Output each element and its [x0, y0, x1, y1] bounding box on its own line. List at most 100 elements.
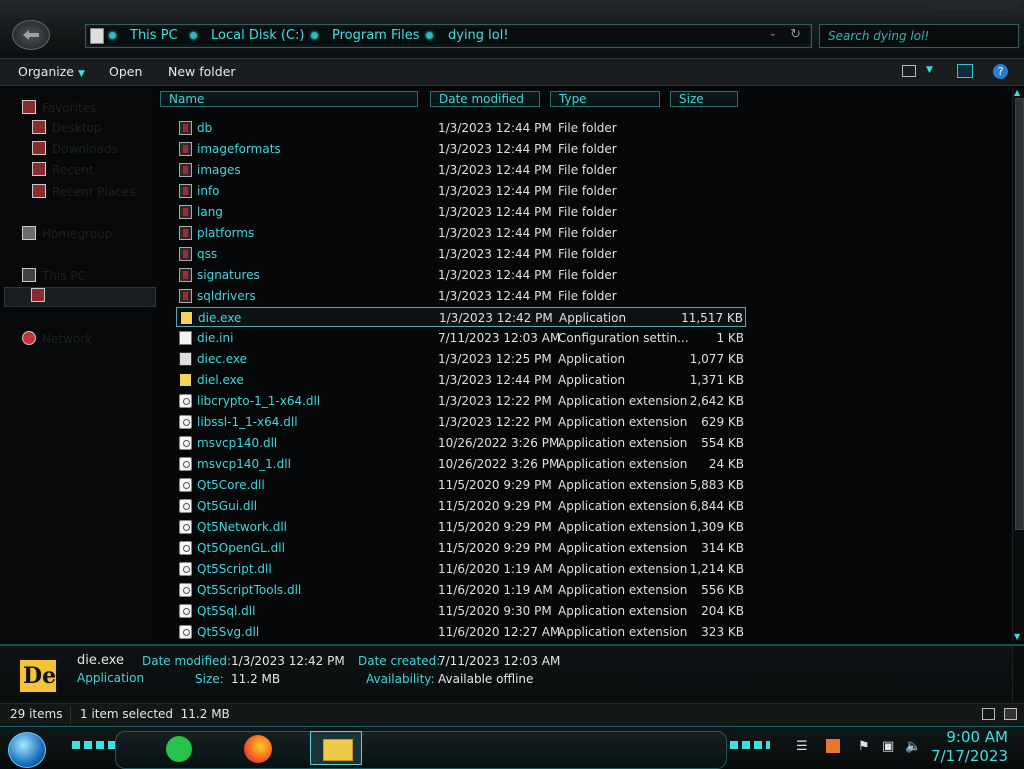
details-view-icon[interactable] — [982, 708, 995, 720]
file-row[interactable]: images 1/3/2023 12:44 PM File folder — [176, 160, 746, 180]
taskbar-app-firefox[interactable] — [232, 731, 284, 765]
folder-icon — [179, 226, 192, 240]
file-date: 1/3/2023 12:44 PM — [438, 247, 552, 261]
file-row[interactable]: Qt5Script.dll 11/6/2020 1:19 AM Applicatio… — [176, 559, 746, 579]
file-row[interactable]: diec.exe 1/3/2023 12:25 PM Application 1,07… — [176, 349, 746, 369]
dll-file-icon — [179, 478, 192, 492]
volume-icon[interactable]: 🔈 — [905, 739, 921, 754]
column-label: Type — [559, 92, 587, 106]
file-row[interactable]: die.exe 1/3/2023 12:42 PM Application 11,51… — [176, 307, 746, 327]
file-row[interactable]: msvcp140_1.dll 10/26/2022 3:26 PM Applicat… — [176, 454, 746, 474]
file-row[interactable]: platforms 1/3/2023 12:44 PM File folder — [176, 223, 746, 243]
file-size: 1,077 KB — [689, 352, 744, 366]
file-row[interactable]: libssl-1_1-x64.dll 1/3/2023 12:22 PM Appli… — [176, 412, 746, 432]
preview-pane-icon[interactable] — [957, 64, 973, 78]
file-row[interactable]: Qt5Sql.dll 11/5/2020 9:30 PM Application e… — [176, 601, 746, 621]
show-desktop-icon[interactable]: ☰ — [796, 739, 808, 754]
vertical-scrollbar[interactable]: ▲ ▼ — [1012, 88, 1024, 641]
network-icon[interactable]: ▣ — [882, 739, 894, 754]
folder-icon — [179, 247, 192, 261]
scroll-down-icon[interactable]: ▼ — [1014, 632, 1020, 641]
file-row[interactable]: Qt5ScriptTools.dll 11/6/2020 1:19 AM Appli… — [176, 580, 746, 600]
file-row[interactable]: signatures 1/3/2023 12:44 PM File folder — [176, 265, 746, 285]
file-row[interactable]: libcrypto-1_1-x64.dll 1/3/2023 12:22 PM Ap… — [176, 391, 746, 411]
nav-label: Desktop — [52, 121, 102, 135]
nav-item-recent-places[interactable]: Recent Places — [32, 184, 135, 200]
file-name: die.ini — [197, 331, 234, 345]
open-button[interactable]: Open — [109, 64, 142, 79]
file-row[interactable]: Qt5Network.dll 11/5/2020 9:29 PM Applicati… — [176, 517, 746, 537]
nav-item-homegroup[interactable]: Homegroup — [22, 226, 112, 242]
address-bar[interactable]: This PC Local Disk (C:) Program Files dy… — [85, 24, 812, 48]
file-row[interactable]: die.ini 7/11/2023 12:03 AM Configuration s… — [176, 328, 746, 348]
chevron-down-icon[interactable]: ▼ — [926, 65, 933, 75]
file-date: 10/26/2022 3:26 PM — [438, 436, 560, 450]
search-input[interactable] — [826, 26, 1010, 46]
file-type: Application extension — [558, 541, 688, 555]
file-row[interactable]: sqldrivers 1/3/2023 12:44 PM File folder — [176, 286, 746, 306]
file-size: 1,371 KB — [689, 373, 744, 387]
nav-item-this-pc[interactable]: This PC — [22, 268, 86, 284]
file-row[interactable]: db 1/3/2023 12:44 PM File folder — [176, 118, 746, 138]
file-row[interactable]: lang 1/3/2023 12:44 PM File folder — [176, 202, 746, 222]
file-row[interactable]: Qt5Svg.dll 11/6/2020 12:27 AM Application … — [176, 622, 746, 642]
view-options-icon[interactable] — [902, 65, 916, 77]
refresh-icon[interactable]: ↻ — [790, 27, 801, 42]
file-type: Application extension — [558, 415, 688, 429]
column-header-size[interactable]: Size — [670, 91, 738, 107]
breadcrumb-program-files[interactable]: Program Files — [332, 28, 420, 43]
details-date-modified: 1/3/2023 12:42 PM — [231, 654, 345, 668]
decor-dots — [730, 741, 770, 749]
nav-item-local-disk[interactable]: Local Disk (C:) — [4, 287, 156, 307]
folder-icon — [179, 163, 192, 177]
column-header-date[interactable]: Date modified — [430, 91, 540, 107]
dll-file-icon — [179, 436, 192, 450]
taskbar-app-notes[interactable] — [152, 731, 204, 765]
settings-file-icon — [179, 331, 192, 345]
start-button[interactable] — [8, 732, 46, 768]
file-type: Application extension — [558, 436, 688, 450]
breadcrumb-this-pc[interactable]: This PC — [130, 28, 178, 43]
chevron-down-icon[interactable]: ⌄ — [769, 28, 777, 39]
file-type: Configuration settin... — [558, 331, 689, 345]
new-folder-button[interactable]: New folder — [168, 64, 236, 79]
tray-app-icon[interactable] — [826, 739, 840, 753]
clock-date[interactable]: 7/17/2023 — [931, 747, 1008, 765]
file-row[interactable]: Qt5Core.dll 11/5/2020 9:29 PM Application … — [176, 475, 746, 495]
nav-item-recent[interactable]: Recent — [32, 162, 93, 178]
file-row[interactable]: Qt5Gui.dll 11/5/2020 9:29 PM Application e… — [176, 496, 746, 516]
help-icon[interactable]: ? — [993, 64, 1008, 79]
file-name: images — [197, 163, 241, 177]
nav-item-desktop[interactable]: Desktop — [32, 120, 102, 136]
window-controls[interactable] — [928, 0, 1018, 10]
nav-item-network[interactable]: Network — [22, 331, 92, 347]
file-type: File folder — [558, 226, 617, 240]
file-type: Application — [559, 311, 627, 325]
scroll-up-icon[interactable]: ▲ — [1014, 88, 1020, 97]
file-row[interactable]: imageformats 1/3/2023 12:44 PM File folder — [176, 139, 746, 159]
scrollbar-thumb[interactable] — [1015, 98, 1024, 530]
file-date: 1/3/2023 12:44 PM — [438, 226, 552, 240]
file-row[interactable]: Qt5OpenGL.dll 11/5/2020 9:29 PM Applicatio… — [176, 538, 746, 558]
file-name: libcrypto-1_1-x64.dll — [197, 394, 321, 408]
taskbar-app-explorer[interactable] — [310, 731, 362, 765]
nav-item-favorites[interactable]: Favorites — [22, 100, 96, 116]
flag-icon[interactable]: ⚑ — [858, 739, 870, 754]
app-icon-text: De — [23, 663, 57, 689]
file-name: signatures — [197, 268, 260, 282]
organize-button[interactable]: Organize ▼ — [18, 64, 85, 79]
file-row[interactable]: msvcp140.dll 10/26/2022 3:26 PM Applicatio… — [176, 433, 746, 453]
clock-time[interactable]: 9:00 AM — [946, 728, 1008, 746]
column-header-type[interactable]: Type — [550, 91, 660, 107]
large-icons-view-icon[interactable] — [1004, 708, 1017, 720]
file-row[interactable]: diel.exe 1/3/2023 12:44 PM Application 1,37… — [176, 370, 746, 390]
breadcrumb-current-folder[interactable]: dying lol! — [448, 28, 509, 43]
back-forward-button[interactable] — [12, 20, 50, 50]
file-row[interactable]: qss 1/3/2023 12:44 PM File folder — [176, 244, 746, 264]
file-row[interactable]: info 1/3/2023 12:44 PM File folder — [176, 181, 746, 201]
details-scrollbar[interactable] — [1012, 646, 1024, 702]
breadcrumb-local-disk[interactable]: Local Disk (C:) — [211, 28, 304, 43]
column-header-name[interactable]: Name — [160, 91, 418, 107]
nav-item-downloads[interactable]: Downloads — [32, 141, 118, 157]
search-box[interactable] — [819, 24, 1019, 48]
